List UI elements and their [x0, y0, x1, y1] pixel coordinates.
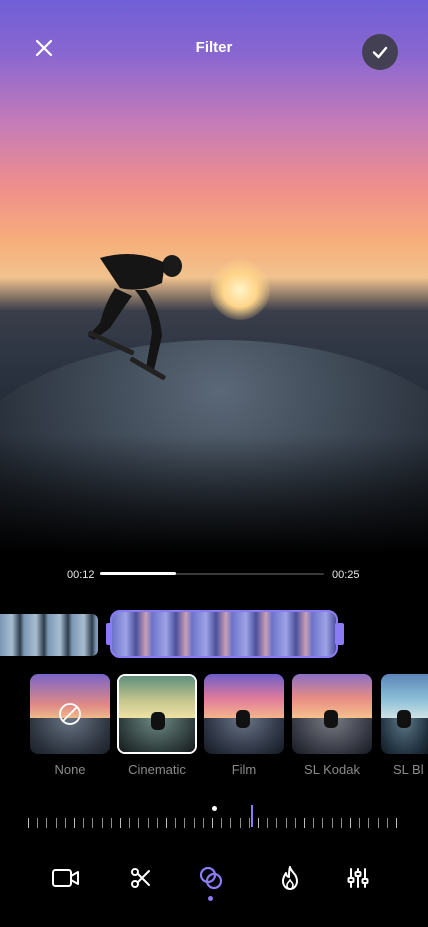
- total-time: 00:25: [332, 569, 360, 581]
- slider-tick: [203, 818, 204, 828]
- slider-tick: [65, 818, 66, 828]
- slider-tick: [74, 818, 75, 828]
- slider-tick: [56, 818, 57, 828]
- bottom-toolbar: [0, 858, 428, 918]
- filter-thumbnail: [381, 674, 428, 754]
- slider-tick: [313, 818, 314, 828]
- slider-tick: [184, 818, 185, 828]
- filter-item-none[interactable]: None: [30, 674, 110, 777]
- slider-tick: [359, 818, 360, 828]
- slider-tick: [175, 818, 176, 828]
- slider-tick: [230, 818, 231, 828]
- slider-tick: [295, 818, 296, 828]
- filter-thumbnail: [30, 674, 110, 754]
- slider-tick: [28, 818, 29, 828]
- sliders-icon: [347, 868, 369, 888]
- slider-tick: [332, 818, 333, 828]
- clip-strip: [0, 610, 428, 660]
- video-tool-button[interactable]: [46, 858, 86, 898]
- check-icon: [372, 46, 388, 59]
- slider-tick: [258, 818, 259, 828]
- filter-label: Film: [231, 762, 257, 777]
- slider-tick: [46, 818, 47, 828]
- slider-tick: [276, 818, 277, 828]
- slider-tick: [396, 818, 397, 828]
- slider-thumb[interactable]: [251, 805, 253, 827]
- slider-tick: [120, 818, 121, 828]
- slider-tick: [286, 818, 287, 828]
- no-filter-icon: [59, 703, 81, 725]
- clip-thumbnail-previous[interactable]: [0, 614, 98, 656]
- video-camera-icon: [52, 869, 79, 887]
- playback-timeline: 00:12 00:25: [0, 566, 428, 586]
- slider-tick: [111, 818, 112, 828]
- filter-label: SL Kodak: [304, 762, 360, 777]
- hero-fade: [0, 435, 428, 555]
- slider-tick: [148, 818, 149, 828]
- flame-icon: [282, 866, 298, 890]
- filter-item-sl-bl[interactable]: SL Bl: [381, 674, 428, 777]
- slider-tick: [304, 818, 305, 828]
- slider-tick: [368, 818, 369, 828]
- filter-circles-icon: [199, 866, 223, 890]
- adjust-tool-button[interactable]: [338, 858, 378, 898]
- slider-tick: [267, 818, 268, 828]
- skater-silhouette: [88, 254, 182, 380]
- slider-default-marker: [212, 806, 217, 811]
- slider-tick: [212, 818, 213, 828]
- slider-tick: [387, 818, 388, 828]
- video-preview: [0, 0, 428, 555]
- confirm-button[interactable]: [362, 34, 398, 70]
- filter-thumbnail: [117, 674, 197, 754]
- slider-tick: [129, 818, 130, 828]
- filter-thumbnail: [204, 674, 284, 754]
- slider-tick: [221, 818, 222, 828]
- slider-tick: [350, 818, 351, 828]
- progress-fill: [100, 572, 176, 575]
- filter-list: None Cinematic Film SL Kodak SL Bl: [0, 672, 428, 782]
- filter-tool-button[interactable]: [191, 858, 231, 901]
- filter-label: None: [54, 762, 86, 777]
- filter-item-sl-kodak[interactable]: SL Kodak: [292, 674, 372, 777]
- slider-tick: [378, 818, 379, 828]
- trim-handle-right[interactable]: [335, 623, 344, 645]
- top-bar: Filter: [0, 20, 428, 76]
- filter-item-cinematic[interactable]: Cinematic: [117, 674, 197, 777]
- slider-tick: [138, 818, 139, 828]
- slider-tick: [83, 818, 84, 828]
- slider-tick: [322, 818, 323, 828]
- slider-tick: [37, 818, 38, 828]
- slider-tick: [166, 818, 167, 828]
- slider-tick: [194, 818, 195, 828]
- slider-tick: [240, 818, 241, 828]
- filter-label: Cinematic: [128, 762, 186, 777]
- effects-tool-button[interactable]: [270, 858, 310, 898]
- filter-label: SL Bl: [393, 762, 424, 777]
- sunset-sun: [210, 260, 270, 320]
- slider-tick: [249, 818, 250, 828]
- intensity-slider[interactable]: [28, 800, 400, 832]
- slider-tick: [341, 818, 342, 828]
- active-indicator: [208, 896, 213, 901]
- slider-tick: [102, 818, 103, 828]
- slider-tick: [92, 818, 93, 828]
- slider-tick: [157, 818, 158, 828]
- filter-item-film[interactable]: Film: [204, 674, 284, 777]
- filter-thumbnail: [292, 674, 372, 754]
- scissors-icon: [131, 868, 150, 888]
- clip-thumbnail-selected[interactable]: [110, 610, 338, 658]
- trim-tool-button[interactable]: [121, 858, 161, 898]
- current-time: 00:12: [67, 569, 95, 581]
